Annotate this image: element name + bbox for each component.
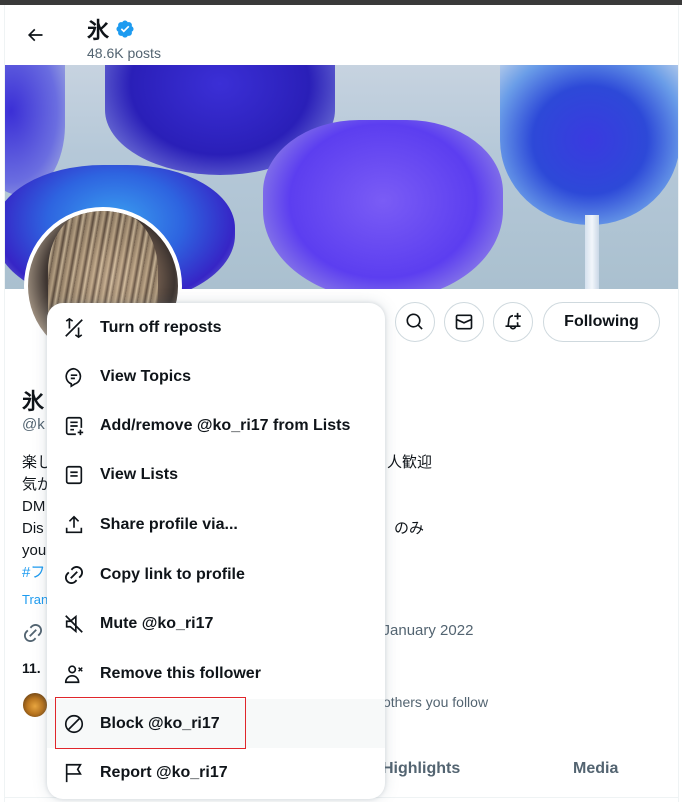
bio-text: のみ: [394, 520, 425, 537]
tab-highlights[interactable]: Highlights: [382, 760, 460, 778]
posts-count: 48.6K posts: [87, 45, 161, 61]
repost-off-icon: [63, 317, 85, 339]
tab-media[interactable]: Media: [573, 760, 618, 778]
bio-text: you: [22, 542, 47, 559]
header-display-name: 氷: [87, 18, 110, 43]
bio-text: Dis: [22, 520, 44, 537]
banner-art: [263, 120, 503, 289]
lists-icon: [63, 464, 85, 486]
menu-label: Report @ko_ri17: [100, 763, 228, 781]
translate-bio-link[interactable]: Tran: [22, 592, 48, 607]
menu-item-block[interactable]: Block @ko_ri17: [47, 699, 385, 748]
remove-follower-icon: [63, 663, 85, 685]
menu-item-report[interactable]: Report @ko_ri17: [47, 748, 385, 797]
topics-icon: [63, 366, 85, 388]
followers-you-follow[interactable]: others you follow: [383, 694, 488, 710]
share-icon: [63, 514, 85, 536]
envelope-icon: [455, 314, 473, 330]
search-icon: [406, 313, 423, 330]
frame-border-right: [678, 5, 679, 802]
menu-item-mute[interactable]: Mute @ko_ri17: [47, 599, 385, 648]
menu-label: View Lists: [100, 465, 178, 483]
following-count[interactable]: 11.: [22, 660, 41, 676]
verified-badge-icon: [116, 20, 134, 38]
link-icon: [63, 564, 85, 586]
more-options-menu: Turn off reposts View Topics Add/remove …: [47, 303, 385, 799]
menu-item-remove-follower[interactable]: Remove this follower: [47, 649, 385, 698]
list-add-icon: [63, 415, 85, 437]
profile-header: 氷 48.6K posts: [5, 5, 678, 65]
back-button[interactable]: [19, 19, 51, 51]
link-icon: [23, 623, 43, 643]
menu-item-view-topics[interactable]: View Topics: [47, 352, 385, 401]
flag-icon: [63, 762, 85, 784]
follower-avatar: [22, 692, 48, 718]
bio-text: DM: [22, 498, 46, 515]
banner-art: [500, 65, 678, 225]
bell-plus-icon: [505, 312, 521, 330]
menu-label: Mute @ko_ri17: [100, 614, 214, 632]
joined-date: d January 2022: [370, 622, 474, 639]
menu-item-share-profile[interactable]: Share profile via...: [47, 500, 385, 549]
menu-label: View Topics: [100, 367, 191, 385]
menu-item-copy-link[interactable]: Copy link to profile: [47, 550, 385, 599]
banner-art: [585, 215, 599, 289]
header-title: 氷: [87, 13, 135, 45]
notifications-button[interactable]: [493, 302, 533, 342]
profile-handle: @k: [22, 416, 45, 433]
menu-label: Block @ko_ri17: [100, 714, 220, 732]
message-button[interactable]: [444, 302, 484, 342]
menu-label: Turn off reposts: [100, 318, 222, 336]
following-button[interactable]: Following: [543, 302, 660, 342]
arrow-left-icon: [27, 28, 43, 42]
menu-label: Share profile via...: [100, 515, 238, 533]
mute-icon: [63, 613, 85, 635]
menu-item-view-lists[interactable]: View Lists: [47, 450, 385, 499]
menu-label: Copy link to profile: [100, 565, 245, 583]
profile-display-name: 氷: [22, 389, 45, 414]
menu-label: Add/remove @ko_ri17 from Lists: [100, 416, 351, 434]
menu-item-turn-off-reposts[interactable]: Turn off reposts: [47, 303, 385, 352]
search-profile-button[interactable]: [395, 302, 435, 342]
block-icon: [63, 713, 85, 735]
menu-label: Remove this follower: [100, 664, 261, 682]
menu-item-add-remove-lists[interactable]: Add/remove @ko_ri17 from Lists: [47, 401, 385, 450]
